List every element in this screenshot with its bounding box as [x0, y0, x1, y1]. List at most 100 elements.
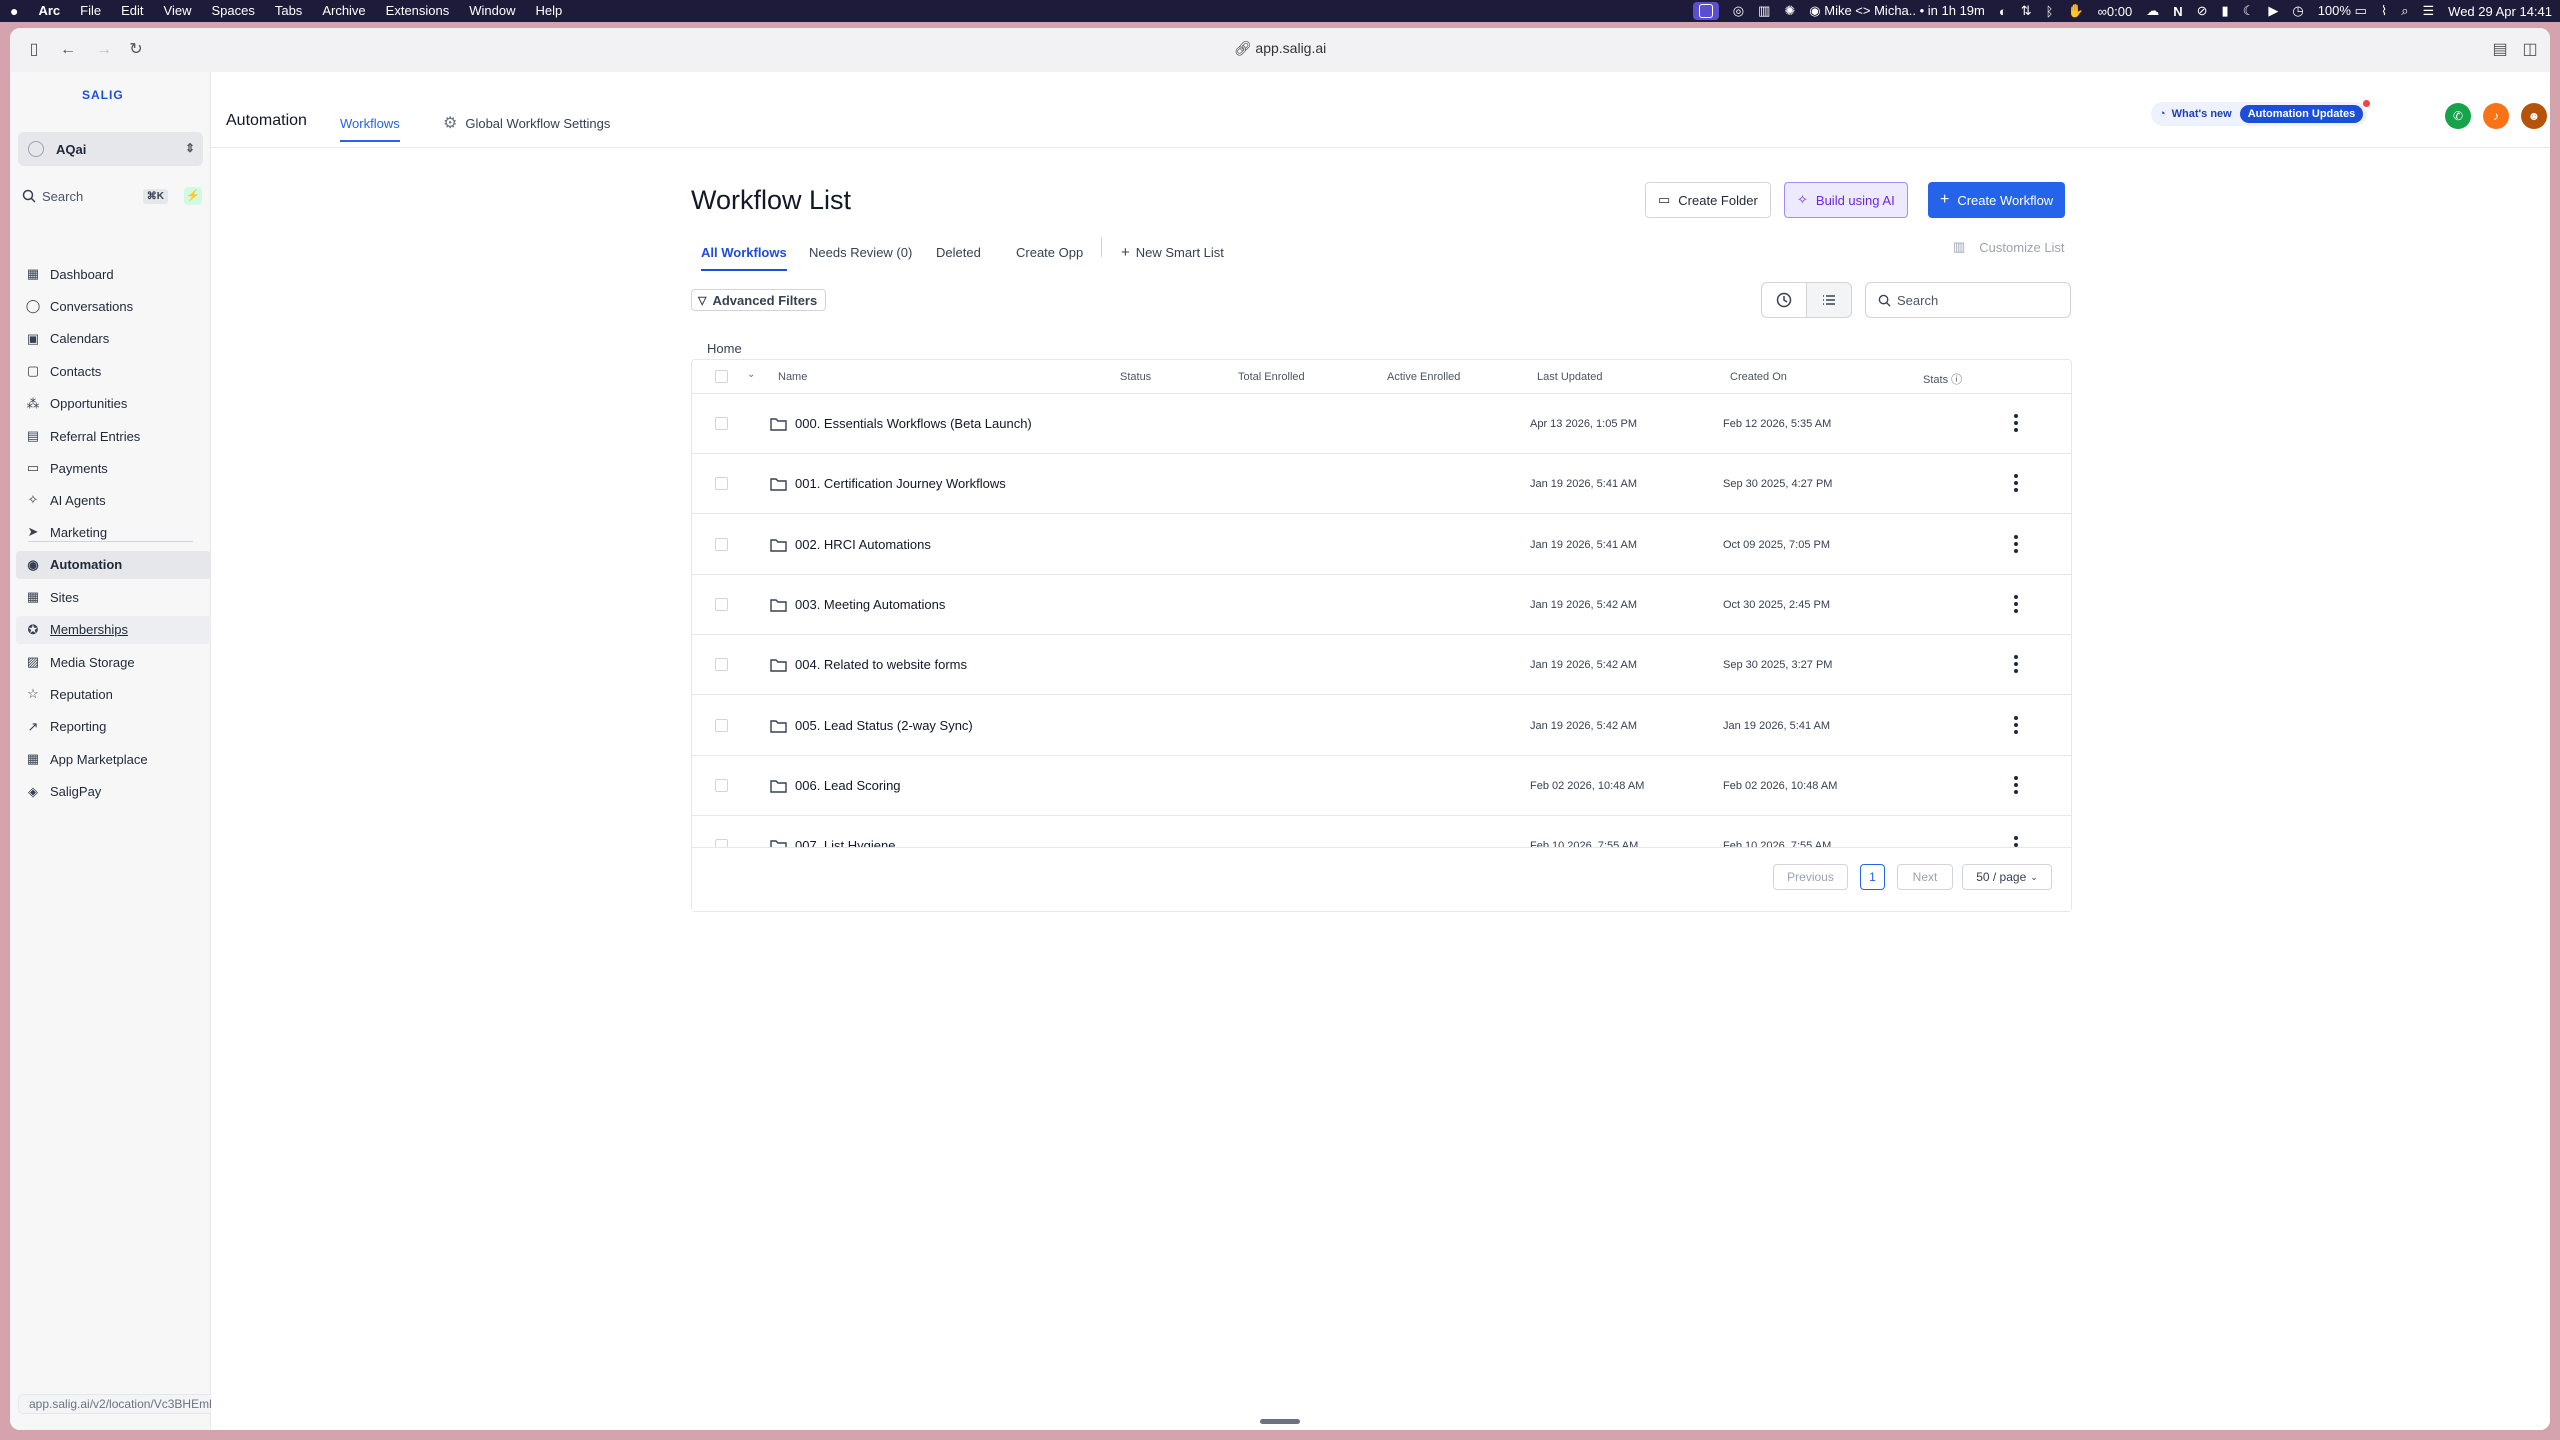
- row-checkbox[interactable]: [715, 597, 728, 611]
- play-icon[interactable]: ▶: [2268, 3, 2278, 19]
- tab-create-opp[interactable]: Create Opp: [1016, 245, 1083, 260]
- search-status-icon[interactable]: ◎: [1733, 3, 1744, 19]
- sidebar-item-reporting[interactable]: ↗ Reporting: [16, 713, 211, 741]
- tab-deleted[interactable]: Deleted: [936, 245, 981, 260]
- row-checkbox[interactable]: [715, 658, 728, 672]
- battery-status[interactable]: 100% ▭: [2318, 3, 2367, 19]
- list-view-button[interactable]: [1806, 282, 1852, 318]
- advanced-filters-button[interactable]: ▽ Advanced Filters: [691, 289, 827, 311]
- workflow-name[interactable]: 002. HRCI Automations: [795, 537, 931, 552]
- table-row[interactable]: 005. Lead Status (2-way Sync) Jan 19 2026…: [692, 696, 2071, 756]
- menu-edit[interactable]: Edit: [111, 0, 153, 22]
- row-checkbox[interactable]: [715, 477, 728, 491]
- more-options-icon[interactable]: [2013, 655, 2019, 674]
- menu-arc[interactable]: Arc: [28, 0, 70, 22]
- sidebar-item-calendars[interactable]: ▣ Calendars: [16, 325, 211, 353]
- bookmark-icon[interactable]: ▮: [2222, 3, 2229, 19]
- sidebar-item-dashboard[interactable]: ▦ Dashboard: [16, 260, 211, 288]
- wifi-icon[interactable]: ⌇: [2381, 3, 2387, 19]
- workflow-name[interactable]: 003. Meeting Automations: [795, 597, 945, 612]
- col-total-enrolled[interactable]: Total Enrolled: [1238, 371, 1305, 383]
- col-name[interactable]: Name: [778, 371, 807, 383]
- build-using-ai-button[interactable]: ✧ Build using AI: [1784, 182, 1908, 218]
- user-avatar[interactable]: ☻: [2521, 103, 2547, 129]
- create-workflow-button[interactable]: + Create Workflow: [1928, 182, 2066, 218]
- workflow-name[interactable]: 000. Essentials Workflows (Beta Launch): [795, 416, 1032, 431]
- new-smart-list-button[interactable]: + New Smart List: [1121, 244, 1224, 261]
- table-row[interactable]: 002. HRCI Automations Jan 19 2026, 5:41 A…: [692, 515, 2071, 575]
- tab-workflows[interactable]: Workflows: [340, 116, 400, 142]
- tab-global-workflow-settings[interactable]: ⚙ Global Workflow Settings: [443, 113, 610, 133]
- sidebar-item-ai-agents[interactable]: ✧ AI Agents: [16, 486, 211, 514]
- workflow-name[interactable]: 001. Certification Journey Workflows: [795, 476, 1006, 491]
- sidebar-item-memberships[interactable]: ✪ Memberships: [16, 615, 211, 644]
- sidebar-item-saligpay[interactable]: ◈ SaligPay: [16, 778, 211, 806]
- account-switcher[interactable]: AQai ⇕: [18, 132, 203, 166]
- more-options-icon[interactable]: [2013, 775, 2019, 794]
- page-size-select[interactable]: 50 / page ⌄: [1962, 864, 2052, 890]
- whats-new-button[interactable]: ◔ What's new Automation Updates: [2151, 100, 2371, 126]
- table-row[interactable]: 006. Lead Scoring Feb 02 2026, 10:48 AM Fe…: [692, 756, 2071, 816]
- moon-icon[interactable]: ☾: [2243, 3, 2255, 19]
- spotify-icon[interactable]: ◐: [1999, 4, 2007, 19]
- clock-text[interactable]: Wed 29 Apr 14:41: [2448, 4, 2552, 19]
- tab-needs-review[interactable]: Needs Review (0): [809, 245, 912, 260]
- sidebar-item-app-marketplace[interactable]: ▦ App Marketplace: [16, 745, 211, 773]
- split-view-icon[interactable]: ◫: [2520, 40, 2540, 60]
- row-checkbox[interactable]: [715, 778, 728, 792]
- previous-page-button[interactable]: Previous: [1773, 864, 1848, 890]
- table-row[interactable]: 000. Essentials Workflows (Beta Launch) A…: [692, 394, 2071, 454]
- salig-logo[interactable]: SALIG: [82, 88, 124, 102]
- col-stats[interactable]: Stats ⓘ: [1923, 371, 1962, 387]
- menu-archive[interactable]: Archive: [312, 0, 375, 22]
- brightness-icon[interactable]: ✺: [1784, 3, 1795, 19]
- row-checkbox[interactable]: [715, 537, 728, 551]
- table-row[interactable]: 004. Related to website forms Jan 19 2026…: [692, 635, 2071, 696]
- sidebar-item-conversations[interactable]: ◯ Conversations: [16, 292, 211, 320]
- vpn-icon[interactable]: ⇅: [2021, 3, 2032, 19]
- notion-icon[interactable]: N: [2173, 4, 2182, 19]
- timer-status[interactable]: ∞0:00: [2098, 4, 2133, 19]
- sidebar-item-opportunities[interactable]: ⁂ Opportunities: [16, 390, 211, 418]
- sidebar-item-payments[interactable]: ▭ Payments: [16, 454, 211, 482]
- menu-window[interactable]: Window: [459, 0, 525, 22]
- disabled-icon[interactable]: ⊘: [2197, 3, 2208, 19]
- window-resize-handle[interactable]: [1260, 1419, 1300, 1424]
- more-options-icon[interactable]: [2013, 414, 2019, 432]
- sidebar-item-automation[interactable]: ◉ Automation: [16, 550, 211, 579]
- sidebar-item-contacts[interactable]: ▢ Contacts: [16, 357, 211, 385]
- meeting-reminder[interactable]: ◉ Mike <> Micha.. • in 1h 19m: [1809, 3, 1985, 19]
- col-created-on[interactable]: Created On: [1730, 371, 1787, 383]
- sidebar-item-referral-entries[interactable]: ▤ Referral Entries: [16, 422, 211, 450]
- table-row[interactable]: 001. Certification Journey Workflows Jan …: [692, 454, 2071, 515]
- create-folder-button[interactable]: ▭ Create Folder: [1645, 182, 1771, 218]
- workflow-name[interactable]: 006. Lead Scoring: [795, 778, 901, 793]
- quick-action-bolt-icon[interactable]: ⚡: [184, 187, 202, 205]
- col-active-enrolled[interactable]: Active Enrolled: [1387, 371, 1460, 383]
- more-options-icon[interactable]: [2013, 474, 2019, 493]
- menu-extensions[interactable]: Extensions: [376, 0, 460, 22]
- phone-icon[interactable]: ✆: [2445, 103, 2471, 129]
- sidebar-item-marketing[interactable]: ➤ Marketing: [16, 518, 211, 546]
- menu-help[interactable]: Help: [526, 0, 573, 22]
- bell-icon[interactable]: ♪: [2483, 103, 2509, 129]
- more-options-icon[interactable]: [2013, 534, 2019, 553]
- menu-spaces[interactable]: Spaces: [201, 0, 264, 22]
- next-page-button[interactable]: Next: [1897, 864, 1953, 890]
- menu-file[interactable]: File: [70, 0, 111, 22]
- menu-view[interactable]: View: [154, 0, 202, 22]
- row-checkbox[interactable]: [715, 718, 728, 732]
- sidebar-item-reputation[interactable]: ☆ Reputation: [16, 680, 211, 708]
- sidebar-search[interactable]: Search ⌘K: [18, 184, 178, 208]
- apple-icon[interactable]: ●: [0, 0, 28, 22]
- spotlight-icon[interactable]: ⌕: [2401, 3, 2408, 19]
- bluetooth-icon[interactable]: ᛒ: [2046, 4, 2054, 19]
- select-all-checkbox[interactable]: [715, 370, 728, 383]
- cloud-icon[interactable]: ☁: [2146, 3, 2159, 19]
- page-1-button[interactable]: 1: [1860, 864, 1885, 890]
- workflow-search-input[interactable]: Search: [1865, 282, 2071, 318]
- more-options-icon[interactable]: [2013, 715, 2019, 734]
- stats-icon[interactable]: ▥: [1758, 3, 1770, 19]
- col-last-updated[interactable]: Last Updated: [1537, 371, 1602, 383]
- history-icon[interactable]: ◷: [2292, 3, 2303, 19]
